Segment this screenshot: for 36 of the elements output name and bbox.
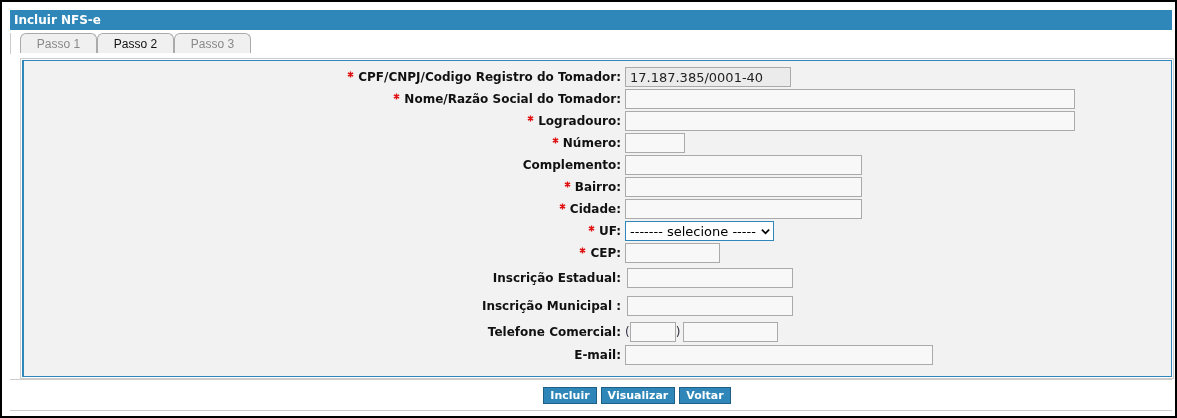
action-button[interactable]: Visualizar (600, 386, 676, 404)
action-button[interactable]: Voltar (679, 386, 731, 404)
input-field[interactable] (625, 345, 933, 365)
tab[interactable]: Passo 3 (174, 33, 251, 53)
field-label: Telefone Comercial: (487, 325, 621, 339)
window-title: Incluir NFS-e (10, 10, 1172, 30)
field-label: Complemento: (522, 158, 621, 172)
action-button[interactable]: Incluir (543, 386, 597, 404)
field-label: Inscrição Estadual: (492, 271, 621, 285)
input-field[interactable] (625, 155, 862, 175)
input-field[interactable] (627, 268, 793, 288)
input-field[interactable] (625, 133, 685, 153)
field-label: Bairro: (574, 180, 621, 194)
field-label: CEP: (590, 246, 621, 260)
input-field[interactable] (625, 177, 862, 197)
field-label: Inscrição Municipal : (481, 299, 621, 313)
phone-field[interactable] (683, 322, 779, 342)
tab[interactable]: Passo 1 (20, 33, 97, 53)
input-field[interactable] (625, 89, 1075, 109)
tab[interactable]: Passo 2 (97, 33, 174, 53)
field-label: Nome/Razão Social do Tomador: (404, 92, 621, 106)
input-field[interactable] (627, 296, 793, 316)
area-code-field[interactable] (629, 322, 676, 342)
field-label: Logradouro: (538, 114, 621, 128)
field-label: Cidade: (569, 202, 621, 216)
field-label: E-mail: (574, 348, 621, 362)
field-label: Número: (562, 136, 621, 150)
dropdown[interactable]: ------- selecione ----- (625, 221, 774, 241)
input-field[interactable] (625, 111, 1075, 131)
parenthesis: ) (675, 325, 681, 339)
field-label: CPF/CNPJ/Codigo Registro do Tomador: (358, 70, 621, 84)
parenthesis: ( (625, 325, 630, 339)
input-field[interactable] (625, 243, 720, 263)
field-label: UF: (598, 224, 621, 238)
input-field[interactable] (625, 199, 862, 219)
caret-icon (761, 227, 770, 235)
